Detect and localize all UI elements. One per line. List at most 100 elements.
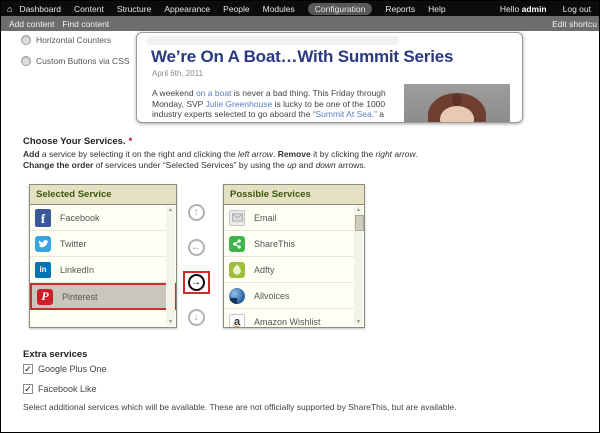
- checkbox-icon[interactable]: ✓: [23, 384, 33, 394]
- help-line-1: Add a service by selecting it on the rig…: [23, 149, 418, 160]
- service-row-amazon-wishlist[interactable]: a Amazon Wishlist: [224, 309, 364, 327]
- scroll-up-icon[interactable]: ▲: [354, 206, 363, 214]
- checkbox-label: Facebook Like: [38, 384, 97, 394]
- sharethis-icon: [229, 235, 245, 252]
- possible-services-list: Email ShareThis Adfty Allvoices a Amazon…: [224, 205, 364, 327]
- service-row-allvoices[interactable]: Allvoices: [224, 283, 364, 309]
- radio-icon[interactable]: [21, 56, 31, 66]
- help-text: and: [296, 159, 316, 170]
- article-photo: [404, 84, 510, 122]
- service-label: Email: [254, 212, 277, 223]
- drupal-admin-screen: ⌂ Dashboard Content Structure Appearance…: [0, 0, 600, 433]
- possible-list-scrollbar[interactable]: ▲ ▼: [354, 206, 364, 326]
- email-icon: [229, 209, 245, 226]
- down-arrow-icon: ↓: [193, 311, 199, 323]
- help-text: .: [415, 149, 419, 159]
- possible-services-header: Possible Services: [224, 185, 364, 205]
- extra-services-description: Select additional services which will be…: [23, 402, 457, 412]
- radio-label: Horizontal Counters: [36, 35, 112, 45]
- checkbox-google-plus-one[interactable]: ✓ Google Plus One: [23, 364, 107, 374]
- move-up-button[interactable]: ↑: [187, 204, 205, 221]
- service-row-pinterest[interactable]: P Pinterest: [30, 283, 176, 310]
- help-italic: left arrow: [237, 149, 273, 159]
- username-link[interactable]: admin: [522, 4, 547, 14]
- required-mark: *: [128, 136, 133, 147]
- radio-icon[interactable]: [21, 35, 31, 45]
- scroll-up-icon[interactable]: ▲: [166, 206, 175, 214]
- toolbar-item-structure[interactable]: Structure: [117, 4, 152, 14]
- move-right-button-wrap: →: [181, 271, 211, 294]
- article-preview-card: We’re On A Boat…With Summit Series April…: [136, 32, 523, 123]
- service-label: Amazon Wishlist: [254, 316, 321, 327]
- article-date: April 6th, 2011: [152, 69, 203, 78]
- help-italic: up: [287, 159, 297, 170]
- add-service-left-button[interactable]: ←: [187, 239, 205, 256]
- possible-services-box: Possible Services Email ShareThis Adfty: [223, 184, 365, 328]
- help-bold: Remove: [277, 149, 311, 159]
- toolbar-item-configuration[interactable]: Configuration: [307, 2, 373, 15]
- scroll-down-icon[interactable]: ▼: [166, 318, 175, 326]
- radio-label: Custom Buttons via CSS: [36, 56, 130, 66]
- service-row-linkedin[interactable]: in LinkedIn: [30, 257, 176, 283]
- edit-shortcuts-link[interactable]: Edit shortcu: [552, 19, 597, 29]
- heading-text: Choose Your Services.: [23, 136, 126, 147]
- shortcut-add-content[interactable]: Add content: [9, 19, 54, 29]
- speech-tail: [230, 297, 237, 304]
- radio-horizontal-counters[interactable]: Horizontal Counters: [21, 35, 130, 45]
- amazon-wishlist-icon: a: [229, 313, 245, 327]
- excerpt-text: A weekend: [152, 88, 196, 98]
- radio-custom-buttons[interactable]: Custom Buttons via CSS: [21, 56, 130, 66]
- linkedin-icon: in: [35, 261, 51, 278]
- service-label: Adfty: [254, 264, 275, 275]
- checkbox-icon[interactable]: ✓: [23, 364, 33, 374]
- toolbar-item-content[interactable]: Content: [74, 4, 104, 14]
- services-help-text: Add a service by selecting it on the rig…: [23, 149, 418, 170]
- move-down-button-wrap: ↓: [181, 309, 211, 326]
- excerpt-link[interactable]: “Summit At Sea.”: [313, 109, 377, 119]
- help-text: a service by selecting it on the right a…: [39, 149, 238, 159]
- shortcut-find-content[interactable]: Find content: [62, 19, 109, 29]
- help-text: it by clicking the: [310, 149, 376, 159]
- amazon-smile: [233, 322, 241, 327]
- help-italic: down: [315, 159, 336, 170]
- excerpt-text: a: [376, 109, 384, 119]
- service-row-sharethis[interactable]: ShareThis: [224, 231, 364, 257]
- logout-link[interactable]: Log out: [563, 4, 591, 14]
- scroll-down-icon[interactable]: ▼: [354, 318, 363, 326]
- service-row-facebook[interactable]: f Facebook: [30, 205, 176, 231]
- help-bold: Add: [23, 149, 40, 159]
- toolbar-item-reports[interactable]: Reports: [385, 4, 415, 14]
- help-text: arrows.: [335, 159, 367, 170]
- remove-service-right-button[interactable]: →: [187, 274, 205, 291]
- selected-list-scrollbar[interactable]: ▲ ▼: [166, 206, 175, 326]
- article-title: We’re On A Boat…With Summit Series: [151, 47, 454, 66]
- facebook-icon: f: [35, 208, 51, 227]
- service-label: Allvoices: [254, 290, 290, 301]
- greeting-prefix: Hello: [499, 3, 522, 14]
- service-label: LinkedIn: [60, 264, 95, 275]
- service-row-email[interactable]: Email: [224, 205, 364, 231]
- service-label: Facebook: [60, 212, 100, 223]
- toolbar-item-help[interactable]: Help: [428, 4, 445, 14]
- right-arrow-icon: →: [191, 276, 201, 288]
- toolbar-item-appearance[interactable]: Appearance: [164, 4, 210, 14]
- home-icon[interactable]: ⌂: [7, 4, 12, 14]
- extra-services-heading: Extra services: [23, 349, 88, 360]
- service-row-twitter[interactable]: Twitter: [30, 231, 176, 257]
- highlight-box: →: [182, 271, 210, 294]
- help-text: of services under “Selected Services” by…: [93, 159, 288, 170]
- help-italic: right arrow: [375, 149, 416, 159]
- admin-toolbar: ⌂ Dashboard Content Structure Appearance…: [1, 1, 599, 16]
- toolbar-item-people[interactable]: People: [223, 4, 249, 14]
- excerpt-link[interactable]: on a boat: [196, 88, 231, 98]
- checkbox-facebook-like[interactable]: ✓ Facebook Like: [23, 384, 97, 394]
- excerpt-link[interactable]: Julie Greenhouse: [206, 99, 273, 109]
- toolbar-item-modules[interactable]: Modules: [263, 4, 295, 14]
- move-down-button[interactable]: ↓: [187, 309, 205, 326]
- user-greeting: Hello admin: [500, 4, 547, 14]
- service-row-adfty[interactable]: Adfty: [224, 257, 364, 283]
- left-arrow-icon: ←: [191, 241, 201, 253]
- allvoices-icon: [229, 287, 245, 304]
- toolbar-item-dashboard[interactable]: Dashboard: [19, 4, 61, 14]
- scrollbar-thumb[interactable]: [355, 215, 364, 231]
